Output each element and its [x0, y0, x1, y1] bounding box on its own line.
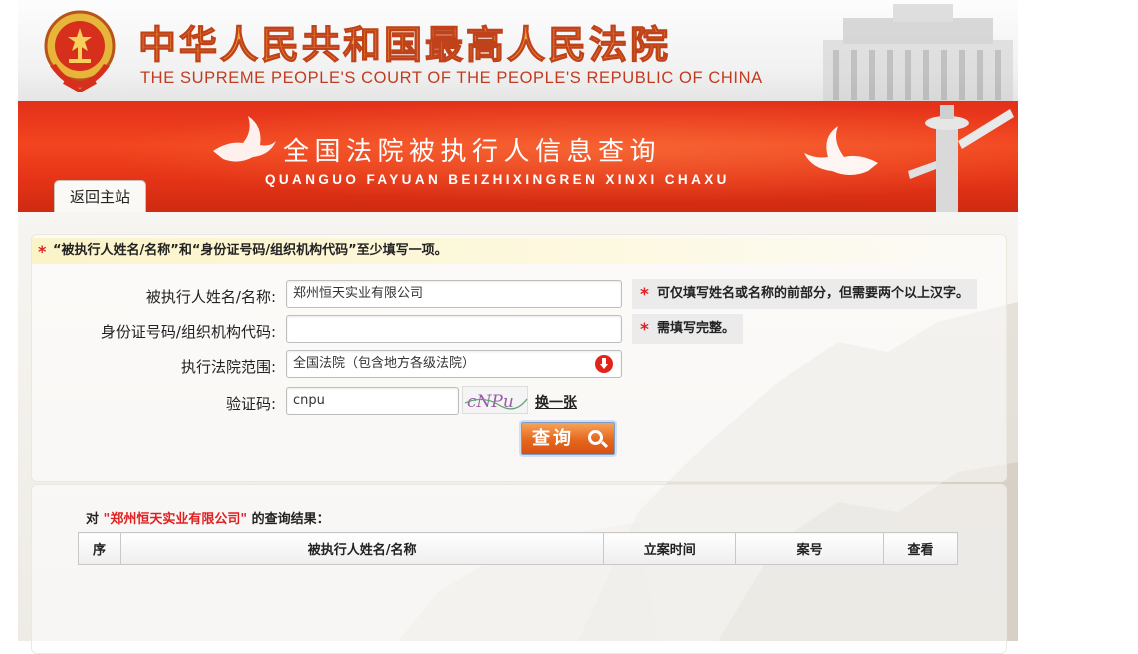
results-prefix: 对 — [86, 512, 100, 527]
results-table: 序 被执行人姓名/名称 立案时间 案号 查看 — [78, 532, 958, 565]
col-header-view: 查看 — [883, 532, 958, 565]
name-tip-text: 可仅填写姓名或名称的前部分，但需要两个以上汉字。 — [657, 286, 970, 301]
required-notice: * “被执行人姓名/名称”和“身份证号码/组织机构代码”至少填写一项。 — [32, 238, 1006, 264]
col-header-index: 序 — [78, 532, 121, 565]
back-to-main-site-tab[interactable]: 返回主站 — [54, 180, 146, 212]
id-label: 身份证号码/组织机构代码: — [100, 323, 276, 341]
court-building-image — [823, 4, 1013, 101]
captcha-label: 验证码: — [225, 395, 276, 413]
captcha-image[interactable]: cNPu — [462, 386, 528, 414]
site-header: 中华人民共和国最高人民法院 THE SUPREME PEOPLE'S COURT… — [18, 0, 1018, 101]
id-tip: * 需填写完整。 — [632, 314, 744, 344]
notice-text: “被执行人姓名/名称”和“身份证号码/组织机构代码”至少填写一项。 — [53, 243, 448, 258]
results-header-row: 序 被执行人姓名/名称 立案时间 案号 查看 — [78, 532, 958, 565]
col-header-name: 被执行人姓名/名称 — [119, 532, 605, 565]
court-title-en: THE SUPREME PEOPLE'S COURT OF THE PEOPLE… — [140, 69, 763, 87]
id-number-input[interactable] — [286, 315, 622, 343]
results-keyword: "郑州恒天实业有限公司" — [103, 512, 248, 527]
court-title-cn: 中华人民共和国最高人民法院 — [137, 21, 672, 67]
query-banner: 全国法院被执行人信息查询 QUANGUO FAYUAN BEIZHIXINGRE… — [18, 101, 1018, 212]
col-header-filing-date: 立案时间 — [603, 532, 737, 565]
dove-icon — [213, 116, 276, 162]
required-star-icon: * — [38, 242, 47, 261]
id-tip-text: 需填写完整。 — [657, 321, 736, 336]
banner-title-en: QUANGUO FAYUAN BEIZHIXINGREN XINXI CHAXU — [265, 172, 730, 187]
court-scope-select[interactable]: 全国法院（包含地方各级法院） — [286, 350, 622, 378]
huabiao-pillar-icon — [908, 105, 1014, 212]
captcha-input[interactable]: cnpu — [286, 387, 459, 415]
change-captcha-link[interactable]: 换一张 — [535, 392, 577, 412]
magnifier-icon — [588, 430, 603, 445]
name-label: 被执行人姓名/名称: — [145, 288, 276, 306]
national-emblem-icon — [44, 10, 116, 92]
col-header-case-number: 案号 — [735, 532, 885, 565]
results-title: 对 "郑州恒天实业有限公司" 的查询结果： — [86, 508, 330, 527]
name-tip: * 可仅填写姓名或名称的前部分，但需要两个以上汉字。 — [632, 279, 978, 309]
dove-icon — [804, 126, 878, 175]
required-star-icon: * — [640, 285, 649, 305]
required-star-icon: * — [640, 320, 649, 340]
banner-title-cn: 全国法院被执行人信息查询 — [283, 137, 662, 167]
results-suffix: 的查询结果： — [251, 512, 330, 527]
query-button-label: 查询 — [532, 428, 574, 449]
name-input[interactable]: 郑州恒天实业有限公司 — [286, 280, 622, 308]
red-down-arrow-icon[interactable] — [595, 355, 613, 373]
court-scope-value: 全国法院（包含地方各级法院） — [293, 356, 476, 371]
query-button[interactable]: 查询 — [521, 422, 615, 455]
court-scope-label: 执行法院范围: — [180, 358, 276, 376]
captcha-graphic: cNPu — [464, 392, 528, 412]
